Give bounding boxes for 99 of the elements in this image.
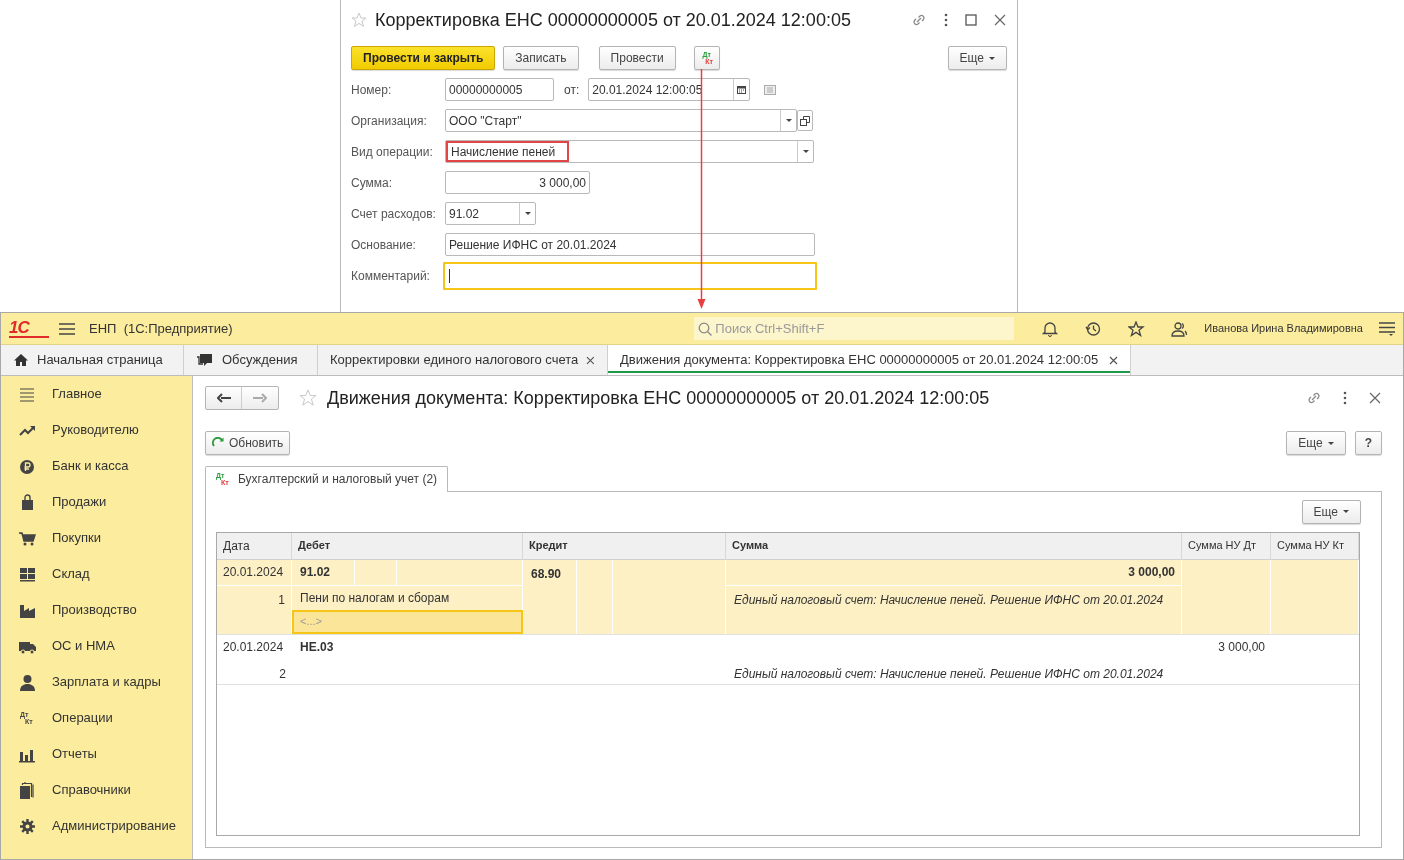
column-header[interactable]: Сумма НУ Кт [1271,532,1359,560]
chat-icon [196,352,214,368]
link-icon[interactable] [911,12,927,28]
caret-icon [1327,441,1334,445]
back-icon[interactable] [216,393,231,403]
column-header[interactable]: Дебет [292,532,523,560]
account-code: 91.02 [299,564,332,581]
more-icon[interactable] [1342,390,1348,406]
more-button[interactable]: Еще [1301,499,1361,524]
close-icon[interactable] [1368,391,1382,405]
table-cell-text: 3 000,00 [1217,639,1266,656]
dropdown-icon[interactable] [802,150,809,153]
field-label: Комментарий: [351,267,431,285]
documents-icon [18,781,36,799]
sidebar-item[interactable]: Зарплата и кадры [1,664,192,700]
window-title: Корректировка ЕНС 00000000005 от 20.01.2024 12:00:05 [375,8,851,32]
menu-icon[interactable] [1379,321,1395,336]
date-field[interactable]: 20.01.2024 12:00:05 [588,78,751,101]
close-icon[interactable] [993,13,1007,27]
settings-icon [18,817,36,835]
account-code: 68.90 [530,565,563,583]
field-label: от: [564,81,580,99]
table-cell-text: 20.01.2024 [222,639,285,656]
column-header[interactable]: Кредит [523,532,726,560]
table-row[interactable]: 20.01.2024 2 НЕ.03 Единый налоговый счет: Начисление пеней. Решение ИФНС от 20.01.2024 3 000,00 [217,634,1359,685]
field-label: Вид операции: [351,143,434,161]
menu-icon[interactable] [59,322,75,335]
account-code: НЕ.03 [299,639,335,656]
document-title: Движения документа: Корректировка ЕНС 00000000005 от 20.01.2024 12:00:05 [327,386,990,410]
user-name[interactable]: Иванова Ирина Владимировна [1204,320,1363,337]
table-cell-text: 2 [278,665,287,683]
table-cell-text: Единый налоговый счет: Начисление пеней. Решение ИФНС от 20.01.2024 [733,665,1165,683]
comment-field[interactable] [443,261,817,290]
table-cell: 20.01.2024 [217,559,292,585]
help-button[interactable]: ? [1354,431,1382,455]
sidebar-item[interactable]: Производство [1,592,192,628]
operation-field[interactable]: Начисление пеней [445,140,814,163]
more-button[interactable]: Еще [947,46,1007,70]
table-row[interactable]: 20.01.2024 1 91.02 Пени по налогам и сборам <...> 68.90 3 000,00 Единый налоговый счет: Начисление пеней. Решение ИФНС от 20.01.2024 [217,559,1359,635]
column-header[interactable]: Дата [217,532,292,560]
field-label: Организация: [351,112,428,130]
more-icon[interactable] [943,12,949,28]
link-icon[interactable] [1306,390,1322,406]
basis-field[interactable]: Решение ИФНС от 20.01.2024 [445,233,815,256]
users-icon[interactable] [1171,320,1189,337]
sidebar-item[interactable]: Главное [1,376,192,412]
table-cell: <...> [292,609,523,634]
sidebar-item[interactable]: Отчеты [1,736,192,772]
caret-icon [1343,510,1349,513]
sidebar-item[interactable]: Справочники [1,772,192,808]
table-cell: Единый налоговый счет: Начисление пеней. Решение ИФНС от 20.01.2024 [726,584,1182,634]
tab[interactable]: Обсуждения [184,345,318,375]
sidebar-item[interactable]: Склад [1,556,192,592]
open-icon[interactable] [800,115,810,126]
dropdown-icon[interactable] [785,119,792,122]
refresh-button[interactable]: Обновить [205,431,291,455]
more-button[interactable]: Еще [1286,431,1346,455]
caret-icon [989,56,995,60]
history-icon[interactable] [1085,320,1103,337]
refresh-icon [212,437,224,449]
number-field[interactable]: 00000000005 [445,78,554,101]
field-label: Номер: [351,81,393,99]
field-label: Сумма: [351,174,394,192]
search-icon [698,321,713,336]
ruble-icon [18,457,36,475]
toolbar-button[interactable]: Провести [598,46,676,70]
menu-icon [18,385,36,403]
close-icon[interactable] [586,355,595,365]
field-label: Основание: [351,236,417,254]
logo: 1С [9,319,49,338]
table-cell: Пени по налогам и сборам [292,584,523,610]
tab[interactable]: Движения документа: Корректировка ЕНС 00000000005 от 20.01.2024 12:00:05 [608,345,1131,375]
cart-icon [18,529,36,547]
sidebar-item[interactable]: Покупки [1,520,192,556]
maximize-icon[interactable] [965,14,977,26]
column-header[interactable]: Сумма НУ Дт [1182,532,1271,560]
toolbar-button[interactable]: Записать [503,46,579,70]
sidebar-item[interactable]: Банк и касса [1,448,192,484]
sidebar-item[interactable]: Руководителю [1,412,192,448]
column-header[interactable]: Сумма [726,532,1182,560]
table-cell: 3 000,00 [726,559,1182,585]
star-icon[interactable] [1128,320,1146,337]
organization-field[interactable]: ООО "Старт" [445,109,797,132]
close-icon[interactable] [1109,355,1118,365]
person-icon [18,673,36,691]
bell-icon[interactable] [1042,320,1060,337]
dropdown-icon[interactable] [524,212,531,215]
sidebar-item[interactable]: Продажи [1,484,192,520]
post-and-close-button[interactable]: Провести и закрыть [351,46,496,70]
grid-icon [18,565,36,583]
tab[interactable]: Начальная страница [1,345,184,375]
sidebar-item[interactable]: ОС и НМА [1,628,192,664]
app-title: ЕНП (1С:Предприятие) [89,319,233,338]
amount-field[interactable]: 3 000,00 [445,171,590,194]
sidebar-item[interactable]: Администрирование [1,808,192,844]
calendar-icon[interactable] [737,85,747,94]
field-label: Счет расходов: [351,205,437,223]
account-field[interactable]: 91.02 [445,202,536,225]
home-icon [13,353,29,367]
